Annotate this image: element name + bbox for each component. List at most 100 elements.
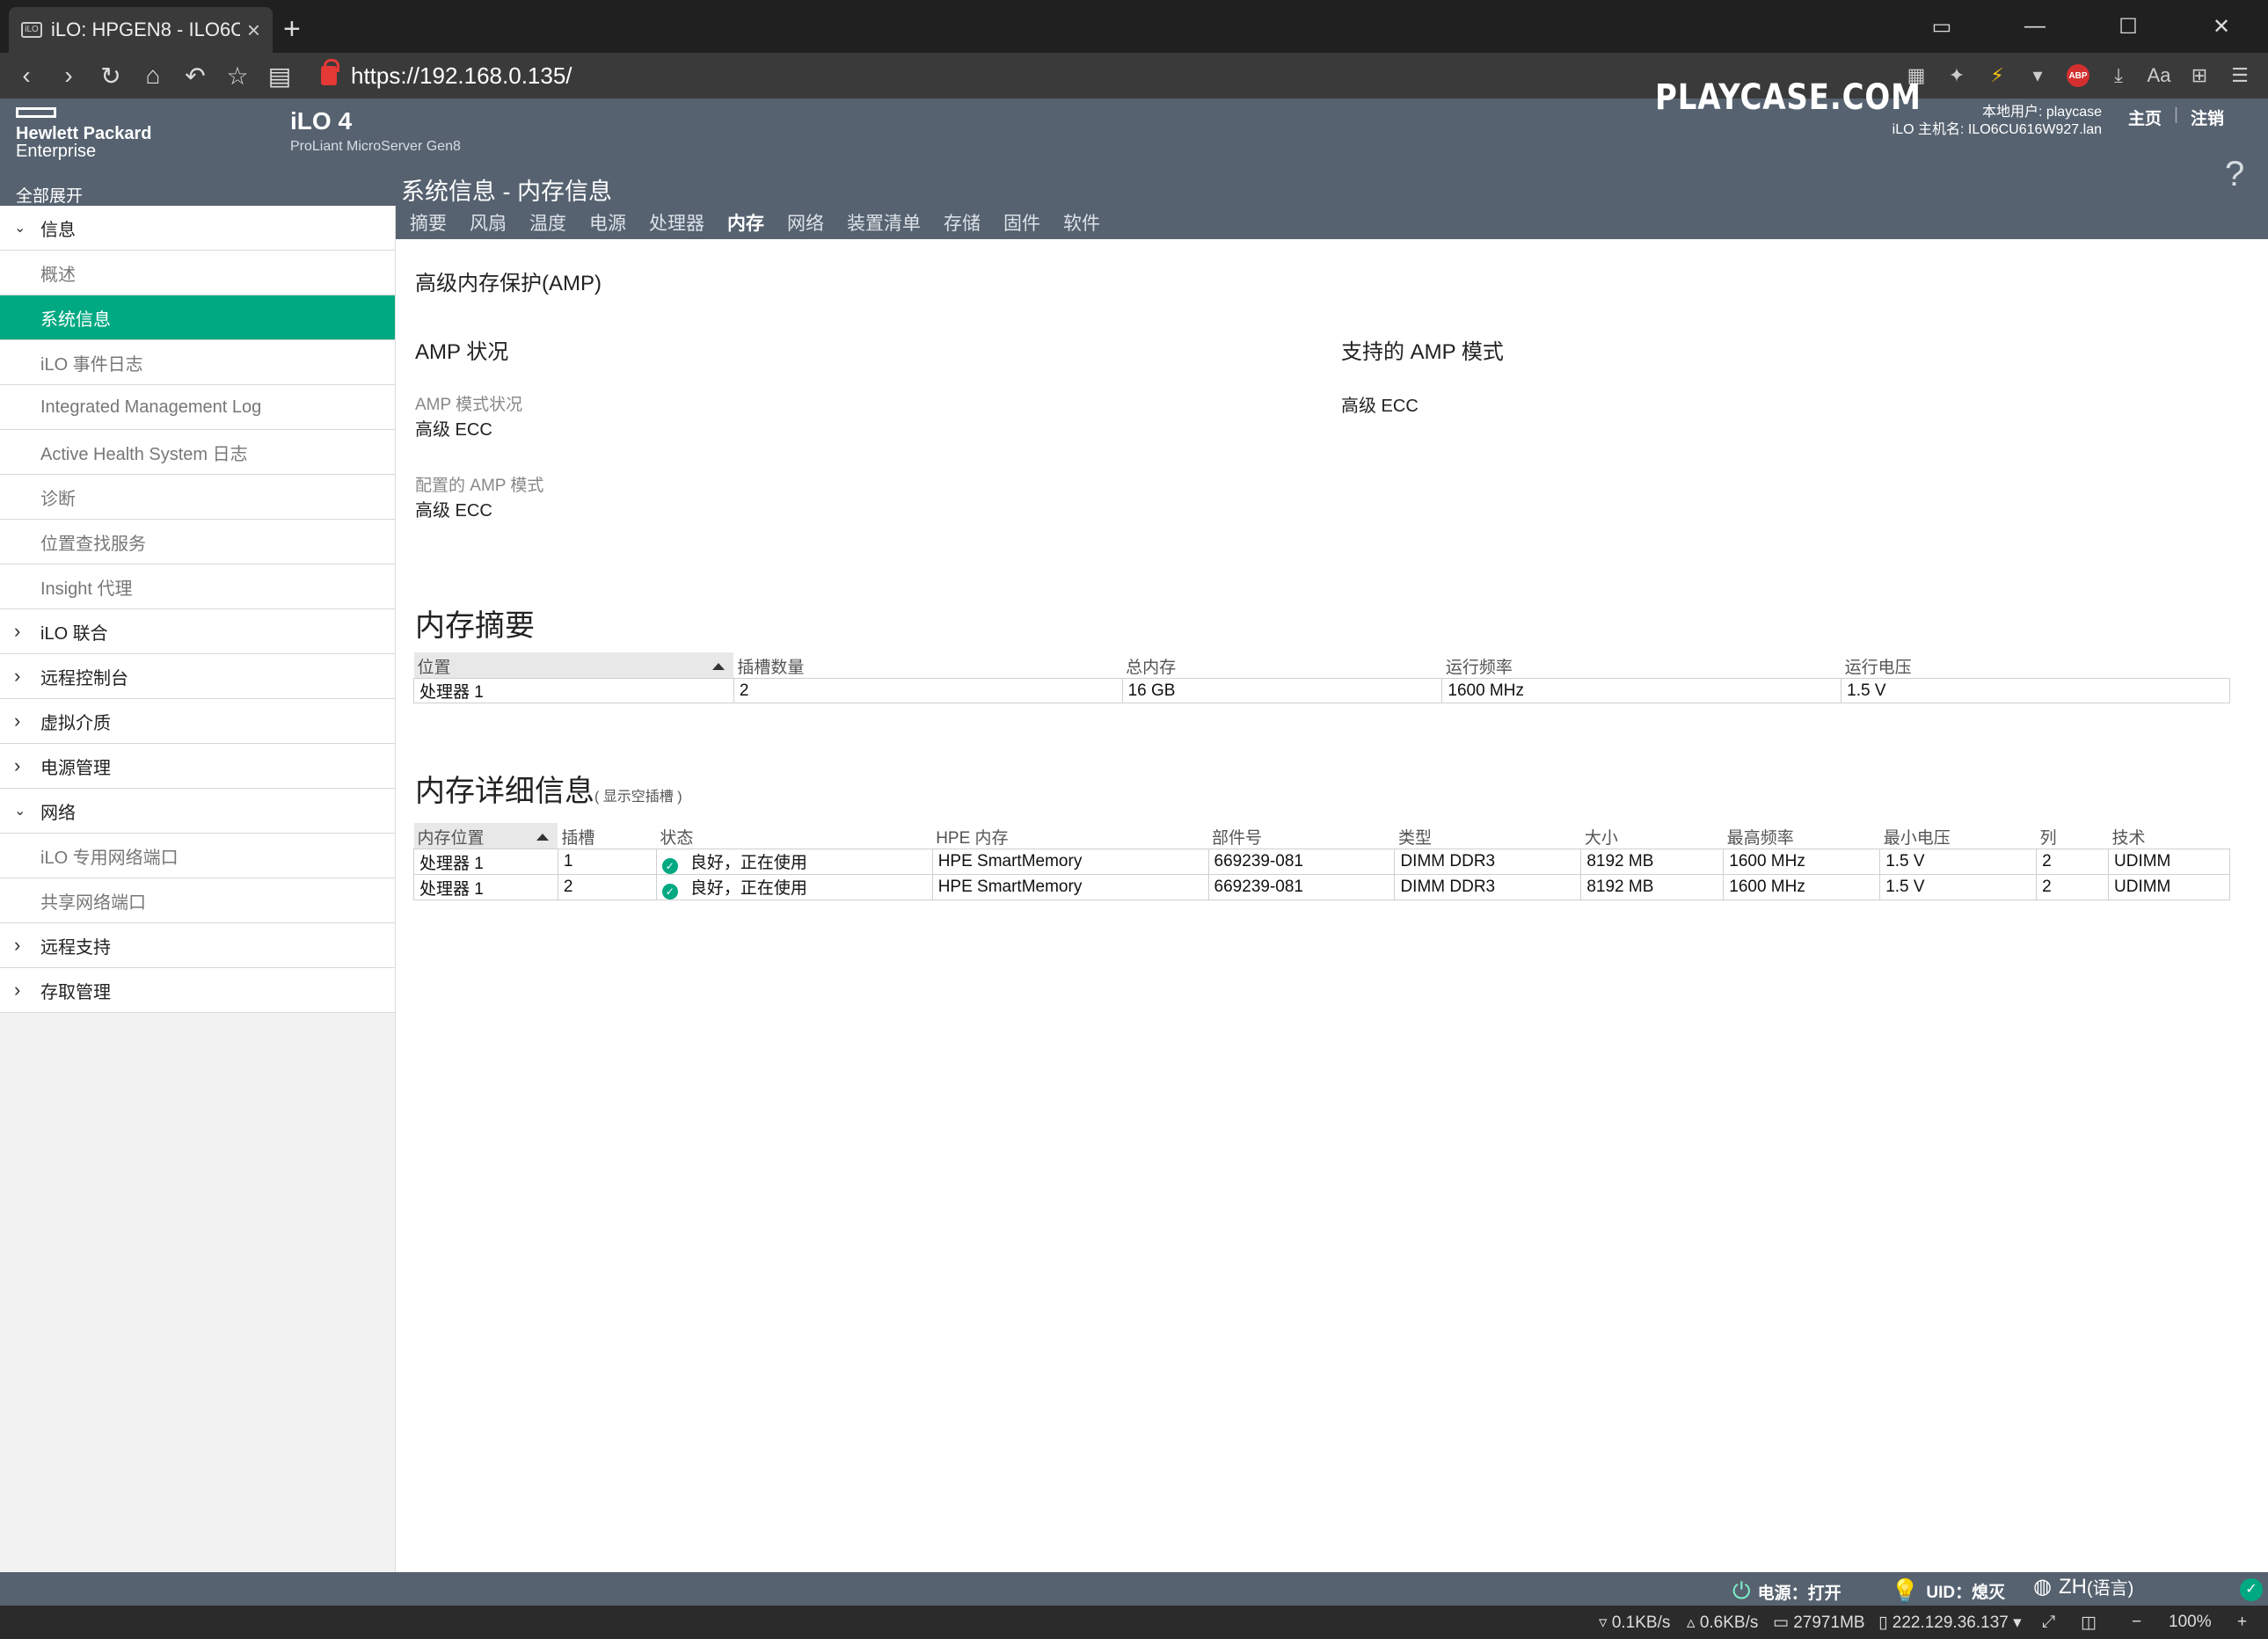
sidebar-item-17[interactable]: › 存取管理 xyxy=(0,968,395,1013)
sidebar-item-6[interactable]: 诊断 xyxy=(0,475,395,520)
summary-col-header[interactable]: 运行电压 xyxy=(1841,652,2230,679)
details-col-header[interactable]: 部件号 xyxy=(1208,823,1395,849)
tab-5[interactable]: 内存 xyxy=(727,209,764,236)
details-col-header[interactable]: 最高频率 xyxy=(1723,823,1880,849)
tab-0[interactable]: 摘要 xyxy=(410,209,447,236)
sidebar-toggle-icon[interactable]: ▭ xyxy=(1895,0,1988,53)
sidebar-item-15[interactable]: 共享网络端口 xyxy=(0,878,395,923)
bookmark-icon[interactable]: ☆ xyxy=(216,56,259,95)
details-col-header[interactable]: 列 xyxy=(2036,823,2109,849)
translate-icon[interactable]: Aa xyxy=(2141,58,2177,93)
forward-icon[interactable]: › xyxy=(47,56,90,95)
expand-all-link[interactable]: 全部展开 xyxy=(16,183,83,207)
logout-link[interactable]: 注销 xyxy=(2191,106,2224,129)
tab-10[interactable]: 软件 xyxy=(1063,209,1100,236)
tab-4[interactable]: 处理器 xyxy=(649,209,704,236)
sidebar-item-8[interactable]: Insight 代理 xyxy=(0,565,395,609)
details-cell: 669239-081 xyxy=(1207,849,1395,875)
sidebar-item-5[interactable]: Active Health System 日志 xyxy=(0,430,395,475)
summary-col-header[interactable]: 运行频率 xyxy=(1441,652,1841,679)
sidebar-item-9[interactable]: › iLO 联合 xyxy=(0,609,395,654)
download-icon[interactable]: ⤓ xyxy=(2101,58,2136,93)
amp-status-title: AMP 状况 xyxy=(415,340,509,364)
back-icon[interactable]: ‹ xyxy=(5,56,47,95)
undo-icon[interactable]: ↶ xyxy=(174,56,216,95)
browser-tabbar: iLO iLO: HPGEN8 - ILO6CU6 × + ▭ — ☐ ✕ xyxy=(0,0,2268,53)
details-col-header[interactable]: HPE 内存 xyxy=(932,823,1209,849)
maximize-icon[interactable]: ☐ xyxy=(2082,0,2175,53)
zoom-level[interactable]: 100% xyxy=(2169,1613,2212,1632)
close-window-icon[interactable]: ✕ xyxy=(2175,0,2268,53)
sidebar-item-7[interactable]: 位置查找服务 xyxy=(0,520,395,565)
sidebar-item-14[interactable]: iLO 专用网络端口 xyxy=(0,834,395,878)
help-icon[interactable]: ? xyxy=(2225,155,2244,194)
summary-col-header[interactable]: 位置 xyxy=(413,652,734,679)
zoom-in-icon[interactable]: + xyxy=(2237,1613,2247,1632)
chevron-right-icon: › xyxy=(14,979,21,1001)
uid-status[interactable]: 💡 UID：熄灭 xyxy=(1891,1577,2005,1605)
sidebar-item-3[interactable]: iLO 事件日志 xyxy=(0,340,395,385)
apps-icon[interactable]: ⊞ xyxy=(2182,58,2217,93)
browser-tab[interactable]: iLO iLO: HPGEN8 - ILO6CU6 × xyxy=(9,7,273,53)
show-empty-slots-link[interactable]: ( 显示空插槽 ) xyxy=(594,790,682,805)
zoom-out-icon[interactable]: − xyxy=(2132,1613,2141,1632)
sidebar-item-13[interactable]: ⌄ 网络 xyxy=(0,789,395,834)
tab-8[interactable]: 存储 xyxy=(944,209,981,236)
details-col-header[interactable]: 类型 xyxy=(1394,823,1581,849)
extension-icon[interactable]: ✦ xyxy=(1939,58,1974,93)
chevron-down-icon: ⌄ xyxy=(14,221,26,236)
sidebar-item-2[interactable]: 系统信息 xyxy=(0,295,395,340)
public-ip[interactable]: ▯ 222.129.36.137 ▾ xyxy=(1878,1613,2022,1633)
ip-icon: ▯ xyxy=(1878,1614,1888,1632)
tab-3[interactable]: 电源 xyxy=(589,209,626,236)
public-ip-text: 222.129.36.137 xyxy=(1892,1614,2009,1632)
sidebar-item-label: 存取管理 xyxy=(40,982,111,1002)
sidebar-item-12[interactable]: › 电源管理 xyxy=(0,744,395,789)
split-view-icon[interactable]: ◫ xyxy=(2081,1613,2097,1633)
tab-2[interactable]: 温度 xyxy=(529,209,566,236)
sidebar-item-16[interactable]: › 远程支持 xyxy=(0,923,395,968)
menu-icon[interactable]: ☰ xyxy=(2222,58,2257,93)
language-selector[interactable]: ◍ ZH (语言) xyxy=(2033,1574,2133,1599)
details-col-header[interactable]: 插槽 xyxy=(558,823,657,849)
reload-icon[interactable]: ↻ xyxy=(90,56,132,95)
sidebar-item-0[interactable]: ⌄ 信息 xyxy=(0,206,395,251)
tab-6[interactable]: 网络 xyxy=(787,209,824,236)
ilo-status-bar: ⏻ 电源：打开 💡 UID：熄灭 ◍ ZH (语言) ✓ xyxy=(0,1572,2268,1606)
details-col-header[interactable]: 状态 xyxy=(656,823,933,849)
details-cell: ✓ 良好，正在使用 xyxy=(655,874,933,900)
memory-chip-icon: ▭ xyxy=(1773,1614,1789,1632)
lightning-icon[interactable]: ⚡ xyxy=(1980,58,2015,93)
details-col-header[interactable]: 内存位置 xyxy=(413,823,558,849)
details-col-header[interactable]: 最小电压 xyxy=(1879,823,2037,849)
home-icon[interactable]: ⌂ xyxy=(132,56,174,95)
tab-9[interactable]: 固件 xyxy=(1003,209,1040,236)
sidebar-item-1[interactable]: 概述 xyxy=(0,251,395,295)
sidebar-item-4[interactable]: Integrated Management Log xyxy=(0,385,395,430)
home-link[interactable]: 主页 xyxy=(2128,106,2162,129)
tab-7[interactable]: 装置清单 xyxy=(847,209,921,236)
minimize-icon[interactable]: — xyxy=(1988,0,2082,53)
dropdown-icon[interactable]: ▾ xyxy=(2020,58,2055,93)
sidebar-item-11[interactable]: › 虚拟介质 xyxy=(0,699,395,744)
memory-usage-text: 27971MB xyxy=(1793,1614,1865,1632)
address-bar[interactable]: https://192.168.0.135/ xyxy=(321,58,572,93)
details-cell: 1.5 V xyxy=(1879,874,2037,900)
power-status[interactable]: ⏻ 电源：打开 xyxy=(1732,1577,1841,1606)
new-tab-icon[interactable]: + xyxy=(283,12,301,47)
summary-col-header[interactable]: 总内存 xyxy=(1122,652,1442,679)
details-col-header[interactable]: 大小 xyxy=(1580,823,1724,849)
tab-1[interactable]: 风扇 xyxy=(470,209,507,236)
power-status-text: 电源：打开 xyxy=(1757,1584,1841,1603)
down-speed-text: 0.1KB/s xyxy=(1611,1614,1671,1632)
memory-details-table: 内存位置 插槽 状态 HPE 内存 部件号 类型 大小 最高频率 最小电压列技术 处理器 1 1 ✓… xyxy=(413,823,2230,900)
adblock-icon[interactable]: ABP xyxy=(2067,64,2089,87)
summary-col-header[interactable]: 插槽数量 xyxy=(733,652,1123,679)
reader-icon[interactable]: ▤ xyxy=(259,56,301,95)
memory-details-title-wrap: 内存详细信息( 显示空插槽 ) xyxy=(415,767,682,810)
summary-cell: 处理器 1 xyxy=(413,678,734,703)
sidebar-item-10[interactable]: › 远程控制台 xyxy=(0,654,395,699)
fullscreen-icon[interactable]: ⤢ xyxy=(2042,1613,2055,1632)
details-col-header[interactable]: 技术 xyxy=(2108,823,2230,849)
close-tab-icon[interactable]: × xyxy=(247,17,260,44)
